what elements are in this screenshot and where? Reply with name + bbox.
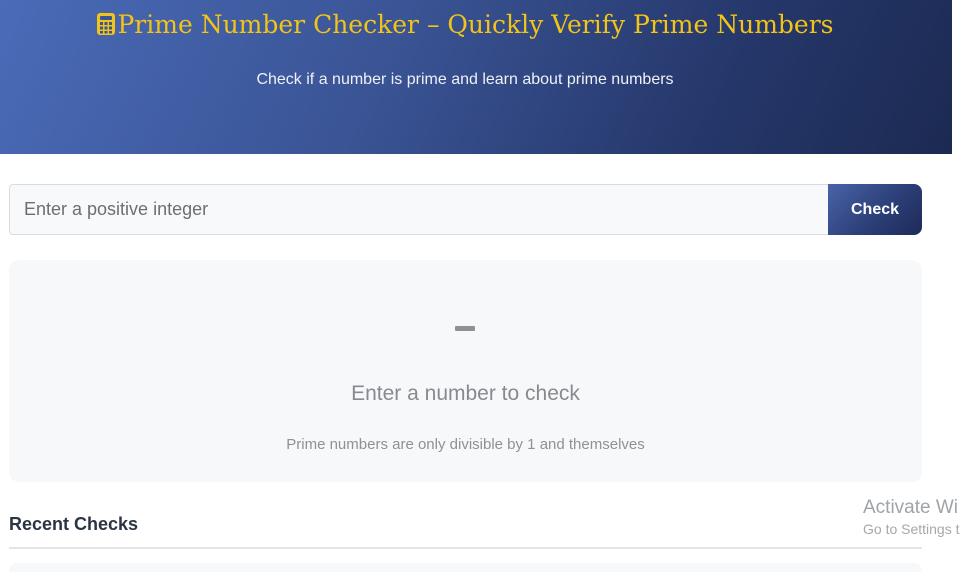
activation-watermark: Activate Wi Go to Settings t: [863, 497, 965, 537]
divider: [9, 547, 922, 549]
number-input[interactable]: [9, 184, 829, 235]
calculator-icon: [96, 12, 116, 42]
scrollbar-gutter: [952, 0, 965, 572]
check-button[interactable]: Check: [828, 184, 922, 235]
page-subtitle: Check if a number is prime and learn abo…: [256, 71, 674, 88]
watermark-title: Activate Wi: [863, 497, 959, 518]
dash-icon: [455, 326, 475, 331]
number-check-form: Check: [9, 184, 922, 235]
watermark-subtitle: Go to Settings t: [863, 521, 960, 537]
result-title: Enter a number to check: [351, 382, 580, 405]
recent-checks-heading: Recent Checks: [9, 514, 139, 534]
page-title-text: Prime Number Checker – Quickly Verify Pr…: [117, 10, 834, 39]
page-title: Prime Number Checker – Quickly Verify Pr…: [0, 10, 930, 42]
result-hint: Prime numbers are only divisible by 1 an…: [286, 436, 645, 453]
page-header: Prime Number Checker – Quickly Verify Pr…: [0, 0, 952, 154]
recent-checks-list: [9, 563, 922, 572]
result-card: Enter a number to check Prime numbers ar…: [9, 260, 922, 482]
